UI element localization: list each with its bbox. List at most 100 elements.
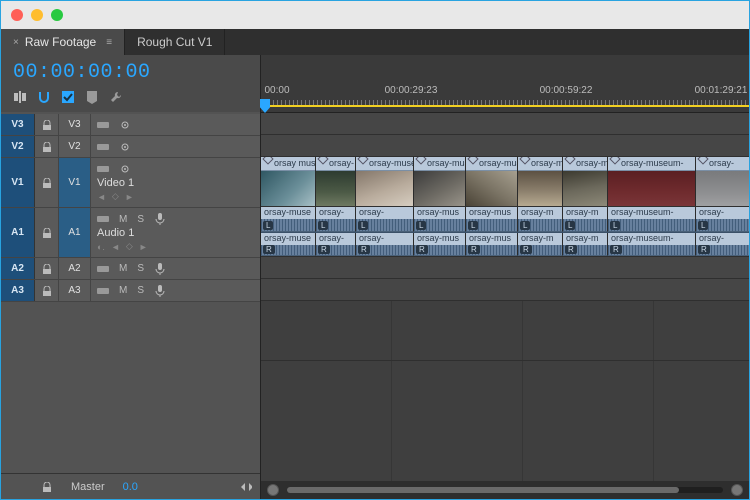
track-lane-a3[interactable] [261,279,749,301]
playhead-icon[interactable] [260,99,270,113]
source-patch-v3[interactable]: V3 [1,114,35,135]
video-clip[interactable]: orsay- [696,157,749,206]
linked-selection-icon[interactable] [61,90,75,104]
sync-lock-icon[interactable] [97,263,109,275]
audio-clip[interactable]: orsay-mR [563,233,608,257]
close-window-button[interactable] [11,9,23,21]
audio-clip[interactable]: orsay-mR [518,233,563,257]
scrollbar-track[interactable] [287,487,723,493]
pan-balance-icon[interactable] [240,481,252,493]
tab-rough-cut[interactable]: Rough Cut V1 [125,29,225,55]
lock-toggle[interactable] [35,258,59,279]
audio-clip[interactable]: orsay-L [696,207,749,232]
solo-toggle[interactable]: S [137,214,144,225]
track-header-a3[interactable]: A3 A3 M S [1,280,260,302]
track-target-a3[interactable]: A3 [59,280,91,301]
audio-clip[interactable]: orsay-musL [414,207,466,232]
solo-toggle[interactable]: S [137,263,144,274]
voiceover-mic-icon[interactable] [154,263,166,275]
lock-toggle[interactable] [35,280,59,301]
keyframe-nav[interactable]: ◐.◄◇► [97,241,254,252]
audio-clip[interactable]: orsay-R [696,233,749,257]
audio-clip[interactable]: orsay-musR [414,233,466,257]
audio-clip[interactable]: orsay-musR [466,233,518,257]
sync-lock-icon[interactable] [97,213,109,225]
panel-menu-icon[interactable]: ≡ [106,37,112,48]
track-target-a2[interactable]: A2 [59,258,91,279]
track-lane-a2[interactable] [261,257,749,279]
track-target-a1[interactable]: A1 [59,208,91,257]
lock-toggle[interactable] [35,208,59,257]
solo-toggle[interactable]: S [137,285,144,296]
scrollbar-thumb[interactable] [287,487,679,493]
lock-toggle[interactable] [35,114,59,135]
settings-wrench-icon[interactable] [109,90,123,104]
track-header-v1[interactable]: V1 V1 Video 1 ◄◇► [1,158,260,208]
audio-clip[interactable]: orsay-R [316,233,356,257]
zoom-handle-right[interactable] [731,484,743,496]
track-target-v1[interactable]: V1 [59,158,91,207]
lock-toggle[interactable] [35,136,59,157]
sync-lock-icon[interactable] [97,285,109,297]
lock-icon[interactable] [41,481,53,493]
keyframe-nav[interactable]: ◄◇► [97,191,254,202]
sync-lock-icon[interactable] [97,163,109,175]
audio-clip[interactable]: orsay-museL [261,207,316,232]
close-tab-icon[interactable]: × [13,37,19,48]
minimize-window-button[interactable] [31,9,43,21]
audio-clip[interactable]: orsay-L [356,207,414,232]
video-clip[interactable]: orsay-m [563,157,608,206]
voiceover-mic-icon[interactable] [154,285,166,297]
track-lane-empty[interactable] [261,301,749,361]
insert-overwrite-icon[interactable] [13,90,27,104]
audio-clip[interactable]: orsay-museum-L [608,207,696,232]
video-clip[interactable]: orsay-mus [466,157,518,206]
video-clip[interactable]: orsay- [316,157,356,206]
tab-raw-footage[interactable]: × Raw Footage ≡ [1,29,125,55]
toggle-track-output-icon[interactable] [119,141,131,153]
video-clip[interactable]: orsay-m [518,157,563,206]
video-clip[interactable]: orsay muse [261,157,316,206]
audio-clip[interactable]: orsay-museum-R [608,233,696,257]
source-patch-v1[interactable]: V1 [1,158,35,207]
mute-toggle[interactable]: M [119,263,127,274]
sync-lock-icon[interactable] [97,141,109,153]
source-patch-a3[interactable]: A3 [1,280,35,301]
zoom-handle-left[interactable] [267,484,279,496]
track-header-v3[interactable]: V3 V3 [1,114,260,136]
voiceover-mic-icon[interactable] [154,213,166,225]
marker-icon[interactable] [85,90,99,104]
toggle-track-output-icon[interactable] [119,119,131,131]
audio-clip[interactable]: orsay-museR [261,233,316,257]
toggle-track-output-icon[interactable] [119,163,131,175]
time-ruler[interactable]: 00:00 00:00:29:23 00:00:59:22 00:01:29:2… [261,55,749,113]
zoom-window-button[interactable] [51,9,63,21]
snap-icon[interactable] [37,90,51,104]
lock-toggle[interactable] [35,158,59,207]
video-clip[interactable]: orsay-museum- [608,157,696,206]
work-area-bar[interactable] [261,105,749,107]
audio-clip[interactable]: orsay-mL [563,207,608,232]
track-target-v2[interactable]: V2 [59,136,91,157]
mute-toggle[interactable]: M [119,285,127,296]
audio-clip[interactable]: orsay-R [356,233,414,257]
track-header-v2[interactable]: V2 V2 [1,136,260,158]
timeline-area[interactable]: 00:00 00:00:29:23 00:00:59:22 00:01:29:2… [261,55,749,499]
track-header-a1[interactable]: A1 A1 M S Audio 1 ◐.◄◇► [1,208,260,258]
timeline-zoom-scrollbar[interactable] [261,481,749,499]
track-lane-a1[interactable]: orsay-museLorsay-Lorsay-Lorsay-musLorsay… [261,207,749,257]
source-patch-a1[interactable]: A1 [1,208,35,257]
video-clip[interactable]: orsay-mus [414,157,466,206]
track-target-v3[interactable]: V3 [59,114,91,135]
audio-clip[interactable]: orsay-L [316,207,356,232]
mute-toggle[interactable]: M [119,214,127,225]
track-lane-v1[interactable]: orsay museorsay-orsay-museorsay-musorsay… [261,157,749,207]
video-clip[interactable]: orsay-muse [356,157,414,206]
master-value[interactable]: 0.0 [123,481,138,493]
track-lane-v2[interactable] [261,135,749,157]
playhead-timecode[interactable]: 00:00:00:00 [1,55,260,86]
source-patch-a2[interactable]: A2 [1,258,35,279]
sync-lock-icon[interactable] [97,119,109,131]
audio-clip[interactable]: orsay-musL [466,207,518,232]
track-header-a2[interactable]: A2 A2 M S [1,258,260,280]
